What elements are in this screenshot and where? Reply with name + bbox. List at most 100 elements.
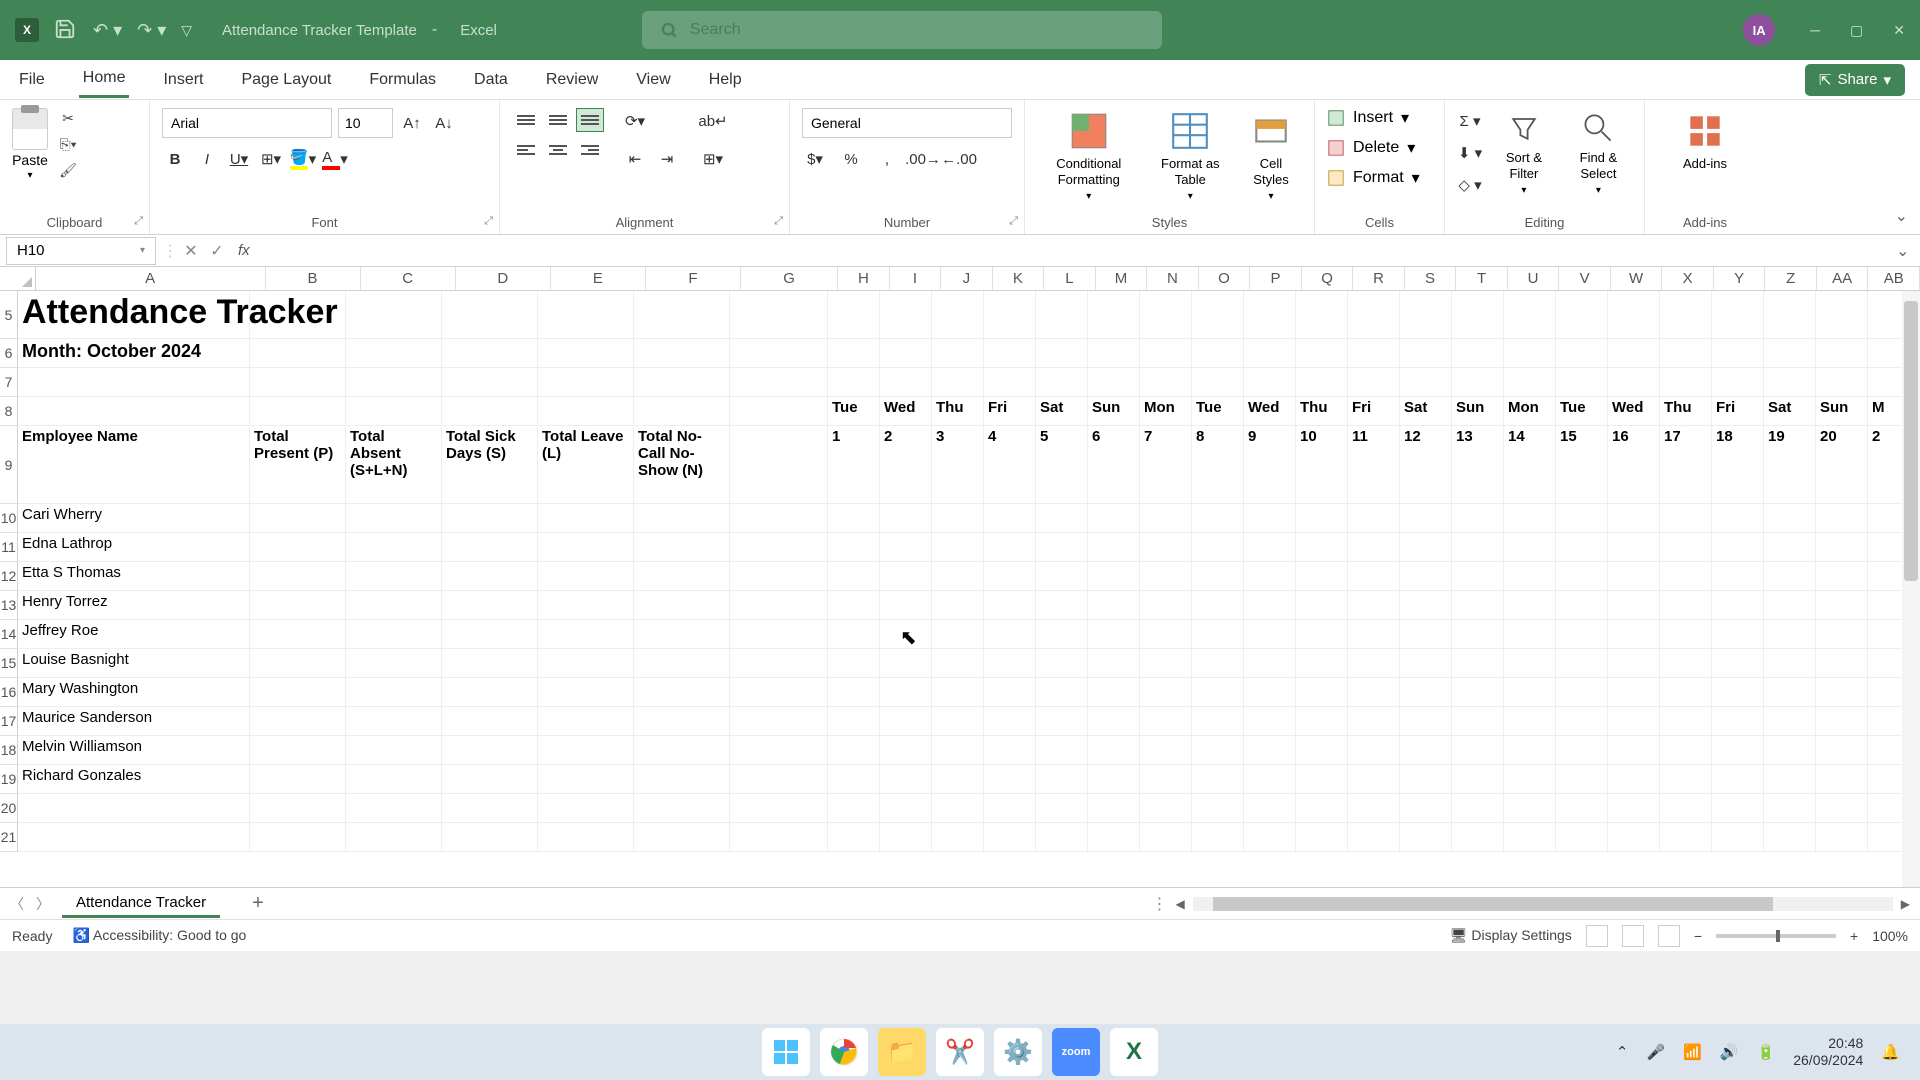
cell[interactable] <box>932 765 984 794</box>
row-header[interactable]: 7 <box>0 368 18 397</box>
cell[interactable] <box>1764 678 1816 707</box>
cell[interactable] <box>1088 765 1140 794</box>
row-header[interactable]: 10 <box>0 504 18 533</box>
cell[interactable] <box>250 649 346 678</box>
row-header[interactable]: 18 <box>0 736 18 765</box>
cell[interactable] <box>1348 504 1400 533</box>
cell[interactable] <box>1244 649 1296 678</box>
cell[interactable] <box>730 823 828 852</box>
cell[interactable] <box>634 291 730 339</box>
cell[interactable] <box>828 368 880 397</box>
cell[interactable]: Tue <box>1556 397 1608 426</box>
cell[interactable] <box>1348 533 1400 562</box>
clipboard-dialog-launcher[interactable]: ⤢ <box>134 215 143 228</box>
tab-insert[interactable]: Insert <box>159 63 207 97</box>
cell[interactable] <box>1816 368 1868 397</box>
cell[interactable] <box>1296 794 1348 823</box>
cell[interactable] <box>1452 678 1504 707</box>
cell[interactable] <box>538 736 634 765</box>
cell[interactable] <box>984 678 1036 707</box>
cell[interactable] <box>1556 368 1608 397</box>
cell[interactable] <box>1764 504 1816 533</box>
cell[interactable]: 16 <box>1608 426 1660 504</box>
cell[interactable] <box>880 823 932 852</box>
cell[interactable] <box>1452 823 1504 852</box>
row-header[interactable]: 20 <box>0 794 18 823</box>
cell[interactable] <box>1712 591 1764 620</box>
cell[interactable] <box>1660 765 1712 794</box>
cell[interactable] <box>828 765 880 794</box>
cell[interactable] <box>1088 591 1140 620</box>
cell[interactable] <box>1764 591 1816 620</box>
cell[interactable] <box>1608 649 1660 678</box>
font-name-select[interactable] <box>162 108 332 138</box>
cell[interactable] <box>1712 533 1764 562</box>
tab-home[interactable]: Home <box>79 61 130 98</box>
cell[interactable] <box>1036 591 1088 620</box>
cell[interactable] <box>1088 339 1140 368</box>
cell[interactable] <box>1192 504 1244 533</box>
cell[interactable] <box>1712 339 1764 368</box>
col-header[interactable]: H <box>838 267 890 290</box>
cell[interactable]: 10 <box>1296 426 1348 504</box>
cell[interactable] <box>1660 533 1712 562</box>
share-button[interactable]: ⇱ Share ▾ <box>1805 64 1905 96</box>
cell[interactable] <box>538 794 634 823</box>
cell[interactable] <box>828 562 880 591</box>
microphone-icon[interactable]: 🎤 <box>1646 1043 1665 1061</box>
cell[interactable] <box>1348 736 1400 765</box>
cell[interactable] <box>1504 533 1556 562</box>
cell[interactable] <box>828 678 880 707</box>
cell[interactable] <box>1608 339 1660 368</box>
cell[interactable] <box>442 649 538 678</box>
cell[interactable] <box>1244 678 1296 707</box>
cell[interactable] <box>1660 823 1712 852</box>
cell-styles-button[interactable]: Cell Styles▾ <box>1240 108 1302 204</box>
qat-dropdown-icon[interactable]: ▽ <box>181 22 192 39</box>
select-all-corner[interactable] <box>0 267 36 290</box>
col-header[interactable]: J <box>941 267 993 290</box>
cell[interactable] <box>1712 823 1764 852</box>
cell[interactable] <box>828 736 880 765</box>
cell[interactable] <box>828 620 880 649</box>
cell[interactable]: Wed <box>1244 397 1296 426</box>
cell[interactable] <box>1764 707 1816 736</box>
cell[interactable] <box>1556 620 1608 649</box>
page-break-view-button[interactable] <box>1658 925 1680 947</box>
cell[interactable] <box>1712 736 1764 765</box>
cell[interactable]: Fri <box>1712 397 1764 426</box>
cell[interactable] <box>442 339 538 368</box>
cell[interactable] <box>346 736 442 765</box>
volume-icon[interactable]: 🔊 <box>1720 1043 1739 1061</box>
cell[interactable]: Sun <box>1452 397 1504 426</box>
cell[interactable] <box>1556 591 1608 620</box>
cell[interactable] <box>1556 794 1608 823</box>
align-right-button[interactable] <box>576 138 604 162</box>
col-header[interactable]: F <box>646 267 741 290</box>
cell[interactable] <box>1556 823 1608 852</box>
cell[interactable] <box>828 339 880 368</box>
align-left-button[interactable] <box>512 138 540 162</box>
cell[interactable] <box>1608 562 1660 591</box>
cell[interactable] <box>932 504 984 533</box>
cell[interactable] <box>634 736 730 765</box>
cell[interactable] <box>1244 562 1296 591</box>
cell[interactable] <box>538 765 634 794</box>
cell[interactable] <box>828 504 880 533</box>
cell[interactable] <box>1140 291 1192 339</box>
cell[interactable] <box>1712 368 1764 397</box>
cell[interactable]: 4 <box>984 426 1036 504</box>
cell[interactable] <box>538 678 634 707</box>
cell[interactable] <box>1660 339 1712 368</box>
cell[interactable] <box>1296 823 1348 852</box>
cell[interactable] <box>346 591 442 620</box>
cell[interactable] <box>1088 794 1140 823</box>
cell[interactable] <box>1036 707 1088 736</box>
cell[interactable] <box>1660 291 1712 339</box>
cell[interactable] <box>1140 620 1192 649</box>
row-header[interactable]: 12 <box>0 562 18 591</box>
cell[interactable] <box>1036 823 1088 852</box>
cell[interactable]: Sat <box>1400 397 1452 426</box>
cell[interactable]: Mary Washington <box>18 678 250 707</box>
cell[interactable] <box>1088 707 1140 736</box>
